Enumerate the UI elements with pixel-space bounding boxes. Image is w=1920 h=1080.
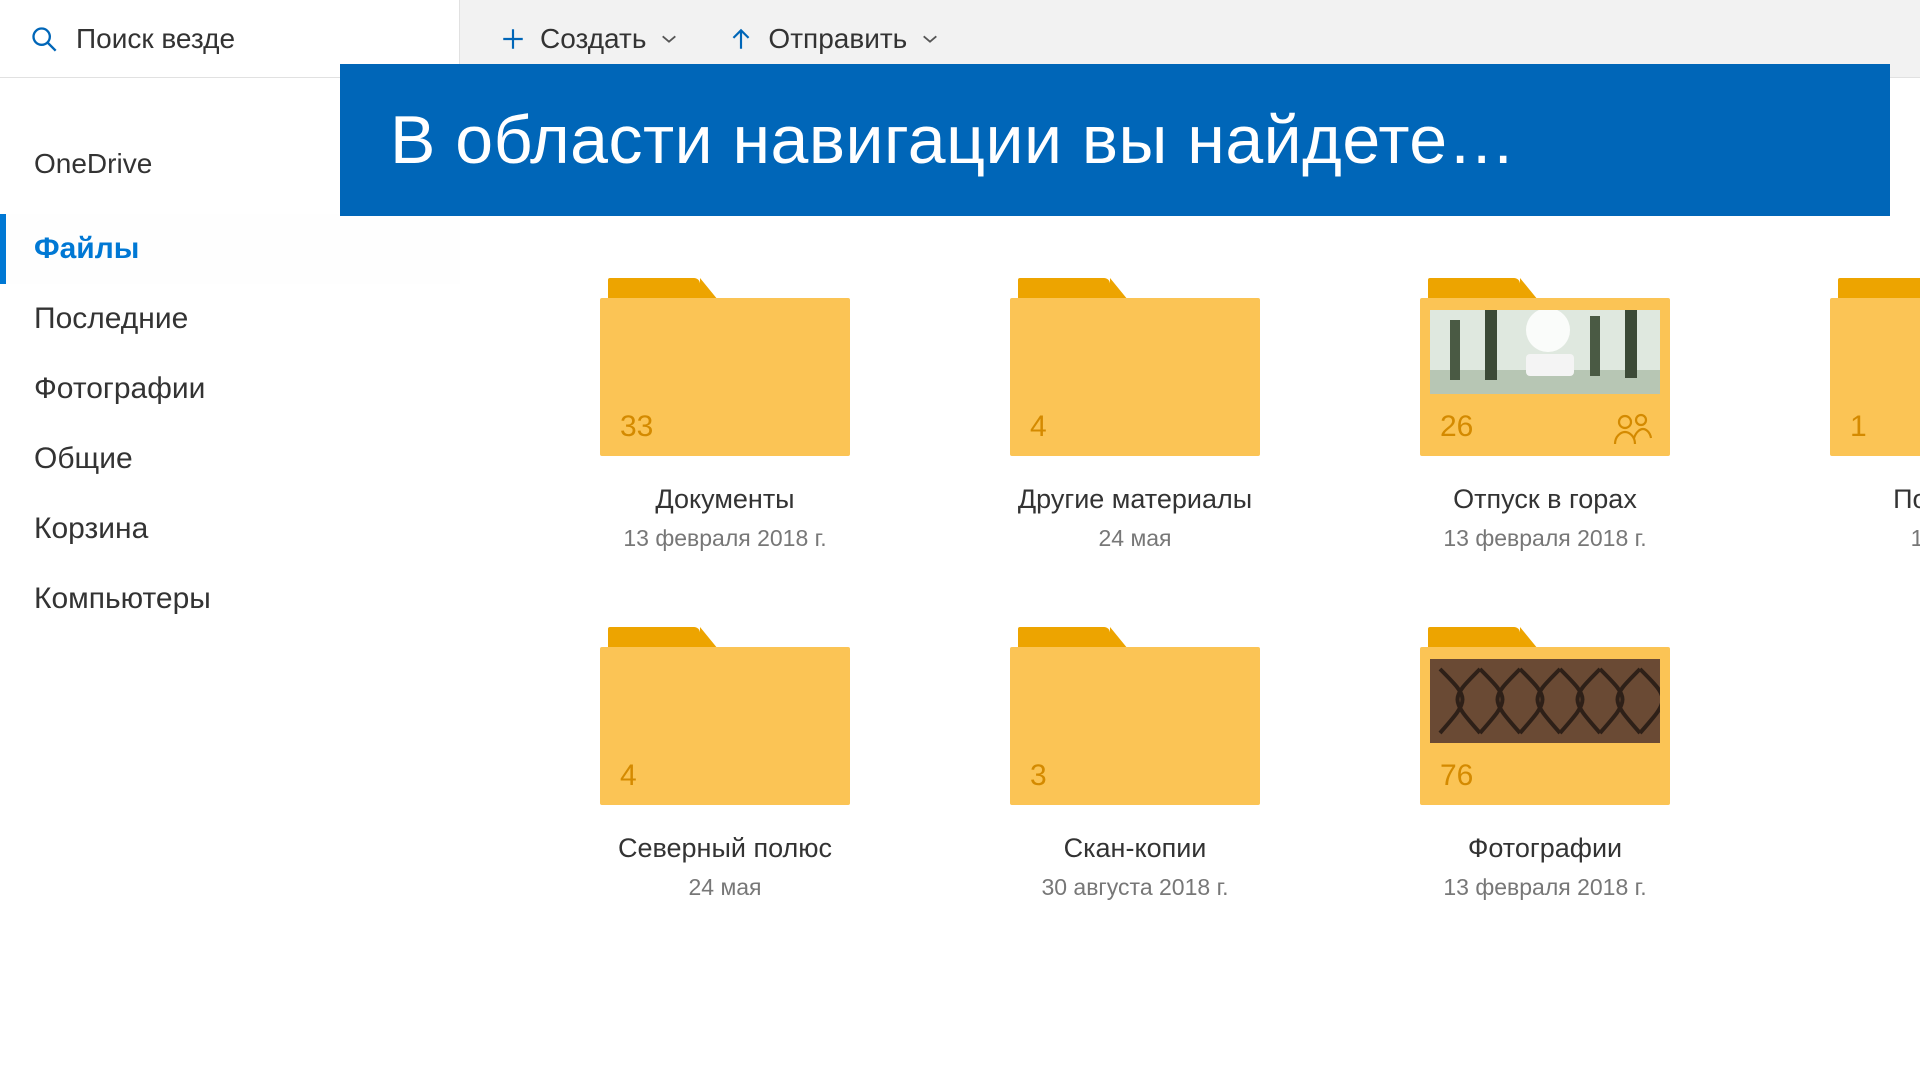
- folder-name: Почтовые: [1830, 484, 1920, 515]
- folder-item-count: 4: [1030, 410, 1047, 444]
- folder-item-count: 26: [1440, 410, 1473, 444]
- folder-tile[interactable]: 26 Отпуск в горах 13 февраля 2018 г.: [1420, 278, 1670, 552]
- folder-item-count: 76: [1440, 759, 1473, 793]
- folder-date: 13 февраля 2018 г.: [1420, 525, 1670, 552]
- folder-name: Фотографии: [1420, 833, 1670, 864]
- folder-date: 13 февраля 2018 г.: [600, 525, 850, 552]
- shared-icon: [1612, 412, 1652, 446]
- folder-icon: 3: [1010, 627, 1260, 807]
- folder-tile[interactable]: 4 Северный полюс 24 мая: [600, 627, 850, 901]
- folder-date: 24 мая: [1010, 525, 1260, 552]
- folder-item-count: 1: [1850, 410, 1867, 444]
- folder-icon: 33: [600, 278, 850, 458]
- folder-date: 30 августа 2018 г.: [1010, 874, 1260, 901]
- folder-icon: 4: [1010, 278, 1260, 458]
- folder-date: 24 мая: [600, 874, 850, 901]
- left-navigation: OneDrive ФайлыПоследниеФотографииОбщиеКо…: [0, 78, 460, 1080]
- sidebar-item-4[interactable]: Корзина: [0, 494, 460, 564]
- folder-tile[interactable]: 3 Скан-копии 30 августа 2018 г.: [1010, 627, 1260, 901]
- folder-name: Другие материалы: [1010, 484, 1260, 515]
- folder-tile[interactable]: 4 Другие материалы 24 мая: [1010, 278, 1260, 552]
- folder-icon: 26: [1420, 278, 1670, 458]
- chevron-down-icon: [921, 33, 939, 45]
- sidebar-item-1[interactable]: Последние: [0, 284, 460, 354]
- upload-icon: [728, 26, 754, 52]
- tutorial-banner-text: В области навигации вы найдете…: [390, 101, 1516, 179]
- folder-tile[interactable]: 33 Документы 13 февраля 2018 г.: [600, 278, 850, 552]
- folder-date: 13 февр: [1830, 525, 1920, 552]
- sidebar-item-5[interactable]: Компьютеры: [0, 564, 460, 634]
- create-button-label: Создать: [540, 23, 646, 55]
- folder-name: Отпуск в горах: [1420, 484, 1670, 515]
- main-content: 33 Документы 13 февраля 2018 г. 4 Другие мат…: [460, 78, 1920, 1080]
- search-icon: [30, 25, 58, 53]
- sidebar-item-2[interactable]: Фотографии: [0, 354, 460, 424]
- folder-date: 13 февраля 2018 г.: [1420, 874, 1670, 901]
- folder-name: Документы: [600, 484, 850, 515]
- folder-item-count: 3: [1030, 759, 1047, 793]
- sidebar-item-3[interactable]: Общие: [0, 424, 460, 494]
- folder-item-count: 33: [620, 410, 653, 444]
- folders-grid: 33 Документы 13 февраля 2018 г. 4 Другие мат…: [460, 278, 1920, 901]
- sidebar-item-0[interactable]: Файлы: [0, 214, 460, 284]
- folder-icon: 76: [1420, 627, 1670, 807]
- folder-thumbnail: [1430, 310, 1660, 394]
- folder-tile[interactable]: 1 Почтовые 13 февр: [1830, 278, 1920, 552]
- folder-icon: 1: [1830, 278, 1920, 458]
- folder-tile[interactable]: 76 Фотографии 13 февраля 2018 г.: [1420, 627, 1670, 901]
- upload-button-label: Отправить: [768, 23, 907, 55]
- folder-item-count: 4: [620, 759, 637, 793]
- chevron-down-icon: [660, 33, 678, 45]
- folder-thumbnail: [1430, 659, 1660, 743]
- plus-icon: [500, 26, 526, 52]
- folder-name: Северный полюс: [600, 833, 850, 864]
- upload-button[interactable]: Отправить: [728, 23, 939, 55]
- create-button[interactable]: Создать: [500, 23, 678, 55]
- search-input[interactable]: [76, 23, 459, 55]
- folder-name: Скан-копии: [1010, 833, 1260, 864]
- folder-icon: 4: [600, 627, 850, 807]
- tutorial-banner: В области навигации вы найдете…: [340, 64, 1890, 216]
